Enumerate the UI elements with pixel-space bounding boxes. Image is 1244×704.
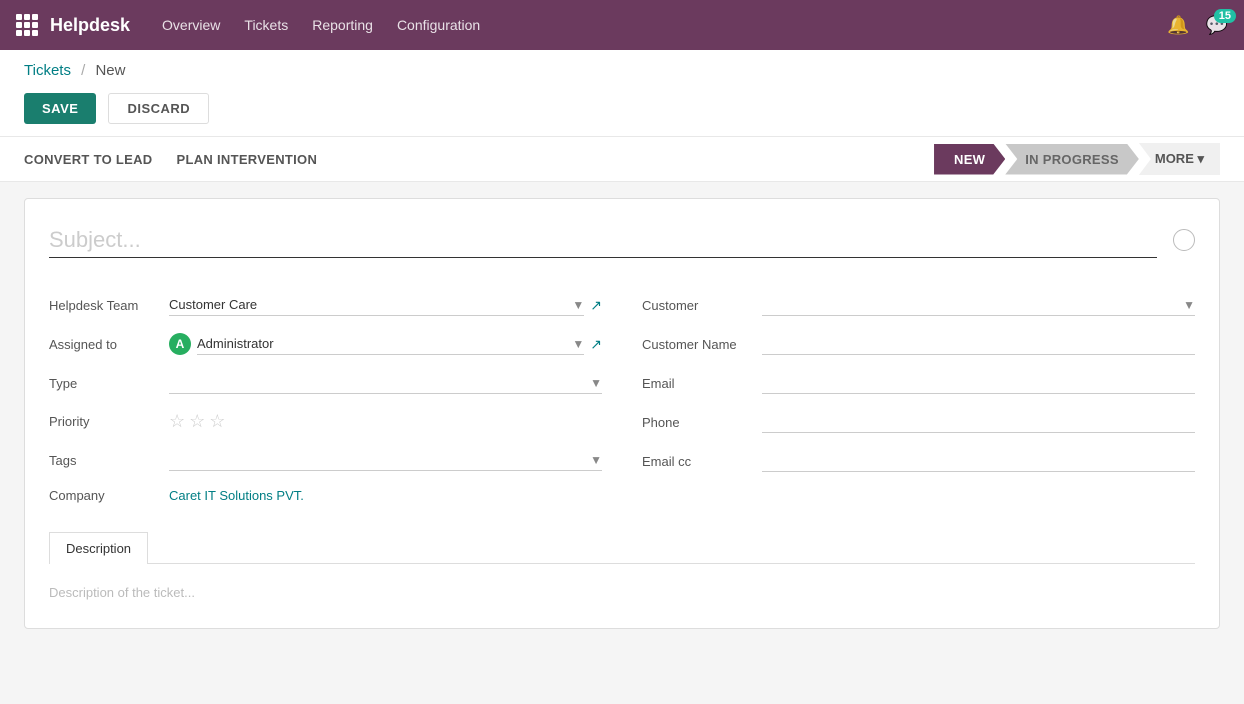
field-helpdesk-team: Helpdesk Team Customer Care ▼ ↗	[49, 286, 602, 325]
field-value-priority: ☆ ☆ ☆	[169, 411, 602, 432]
field-type: Type ▼	[49, 364, 602, 403]
field-email: Email	[642, 364, 1195, 403]
field-label-type: Type	[49, 376, 169, 391]
priority-star-1[interactable]: ☆	[169, 411, 185, 432]
field-label-email: Email	[642, 376, 762, 391]
field-label-assigned-to: Assigned to	[49, 337, 169, 352]
stage-new-button[interactable]: NEW	[934, 144, 1005, 175]
assigned-avatar: A	[169, 333, 191, 355]
ticket-card: Helpdesk Team Customer Care ▼ ↗ Assigned…	[24, 198, 1220, 629]
customer-select[interactable]	[762, 294, 1195, 316]
assigned-to-external-link-icon[interactable]: ↗	[590, 336, 602, 353]
helpdesk-team-external-link-icon[interactable]: ↗	[590, 297, 602, 314]
field-value-customer-name	[762, 333, 1195, 355]
priority-circle[interactable]	[1173, 229, 1195, 251]
helpdesk-team-select[interactable]: Customer Care	[169, 294, 584, 316]
nav-icon-group: 🔔 💬 15	[1167, 15, 1228, 36]
field-label-company: Company	[49, 488, 169, 503]
field-value-helpdesk-team: Customer Care ▼ ↗	[169, 294, 602, 316]
stage-more-button[interactable]: MORE ▾	[1139, 143, 1220, 175]
field-label-priority: Priority	[49, 414, 169, 429]
stage-in-progress-button[interactable]: IN PROGRESS	[1005, 144, 1139, 175]
priority-stars: ☆ ☆ ☆	[169, 411, 225, 432]
field-value-customer: ▼	[762, 294, 1195, 316]
assigned-to-select[interactable]: Administrator	[197, 333, 584, 355]
field-value-type: ▼	[169, 372, 602, 394]
company-link[interactable]: Caret IT Solutions PVT.	[169, 488, 304, 503]
app-brand: Helpdesk	[50, 15, 130, 36]
field-company: Company Caret IT Solutions PVT.	[49, 480, 602, 512]
app-grid-icon[interactable]	[16, 14, 38, 36]
nav-reporting[interactable]: Reporting	[312, 13, 373, 37]
tags-select-wrapper: ▼	[169, 449, 602, 471]
field-label-phone: Phone	[642, 415, 762, 430]
nav-overview[interactable]: Overview	[162, 13, 220, 37]
field-tags: Tags ▼	[49, 441, 602, 480]
field-value-phone	[762, 411, 1195, 433]
main-content: Helpdesk Team Customer Care ▼ ↗ Assigned…	[0, 182, 1244, 645]
tags-select[interactable]	[169, 449, 602, 471]
field-value-assigned-to: A Administrator ▼ ↗	[169, 333, 602, 355]
priority-star-2[interactable]: ☆	[189, 411, 205, 432]
stage-button-group: NEW IN PROGRESS MORE ▾	[934, 143, 1220, 175]
stage-bar: CONVERT TO LEAD PLAN INTERVENTION NEW IN…	[0, 136, 1244, 182]
field-customer: Customer ▼	[642, 286, 1195, 325]
bell-icon[interactable]: 🔔	[1167, 15, 1189, 36]
field-priority: Priority ☆ ☆ ☆	[49, 403, 602, 441]
email-cc-input[interactable]	[762, 450, 1195, 472]
breadcrumb-tickets-link[interactable]: Tickets	[24, 62, 71, 79]
field-phone: Phone	[642, 403, 1195, 442]
customer-select-wrapper: ▼	[762, 294, 1195, 316]
field-label-helpdesk-team: Helpdesk Team	[49, 298, 169, 313]
description-placeholder: Description of the ticket...	[49, 585, 195, 600]
type-select[interactable]	[169, 372, 602, 394]
breadcrumb-current: New	[95, 62, 125, 79]
phone-input[interactable]	[762, 411, 1195, 433]
breadcrumb: Tickets / New	[0, 50, 1244, 85]
stage-action-group: CONVERT TO LEAD PLAN INTERVENTION	[24, 148, 934, 171]
chat-icon[interactable]: 💬 15	[1206, 15, 1228, 36]
nav-tickets[interactable]: Tickets	[244, 13, 288, 37]
tab-description[interactable]: Description	[49, 532, 148, 564]
subject-input[interactable]	[49, 223, 1157, 258]
tab-list: Description	[49, 532, 1195, 564]
save-button[interactable]: SAVE	[24, 93, 96, 124]
field-value-email-cc	[762, 450, 1195, 472]
field-customer-name: Customer Name	[642, 325, 1195, 364]
field-value-email	[762, 372, 1195, 394]
discard-button[interactable]: DISCARD	[108, 93, 209, 124]
field-label-email-cc: Email cc	[642, 454, 762, 469]
field-value-tags: ▼	[169, 449, 602, 471]
left-column: Helpdesk Team Customer Care ▼ ↗ Assigned…	[49, 286, 602, 512]
right-column: Customer ▼ Customer Name	[642, 286, 1195, 512]
type-select-wrapper: ▼	[169, 372, 602, 394]
convert-to-lead-action[interactable]: CONVERT TO LEAD	[24, 148, 153, 171]
customer-name-input[interactable]	[762, 333, 1195, 355]
field-label-customer: Customer	[642, 298, 762, 313]
field-email-cc: Email cc	[642, 442, 1195, 481]
chat-badge: 15	[1214, 9, 1236, 23]
nav-links: Overview Tickets Reporting Configuration	[162, 13, 1167, 37]
tabs-section: Description Description of the ticket...	[49, 532, 1195, 604]
action-bar: SAVE DISCARD	[0, 85, 1244, 136]
field-label-customer-name: Customer Name	[642, 337, 762, 352]
plan-intervention-action[interactable]: PLAN INTERVENTION	[177, 148, 318, 171]
subject-row	[49, 223, 1195, 258]
email-input[interactable]	[762, 372, 1195, 394]
helpdesk-team-select-wrapper: Customer Care ▼	[169, 294, 584, 316]
form-grid: Helpdesk Team Customer Care ▼ ↗ Assigned…	[49, 286, 1195, 512]
tab-content: Description of the ticket...	[49, 564, 1195, 604]
priority-star-3[interactable]: ☆	[209, 411, 225, 432]
nav-configuration[interactable]: Configuration	[397, 13, 480, 37]
field-label-tags: Tags	[49, 453, 169, 468]
field-value-company: Caret IT Solutions PVT.	[169, 488, 602, 503]
assigned-to-select-wrapper: Administrator ▼	[197, 333, 584, 355]
top-navigation: Helpdesk Overview Tickets Reporting Conf…	[0, 0, 1244, 50]
field-assigned-to: Assigned to A Administrator ▼ ↗	[49, 325, 602, 364]
breadcrumb-separator: /	[81, 62, 85, 79]
